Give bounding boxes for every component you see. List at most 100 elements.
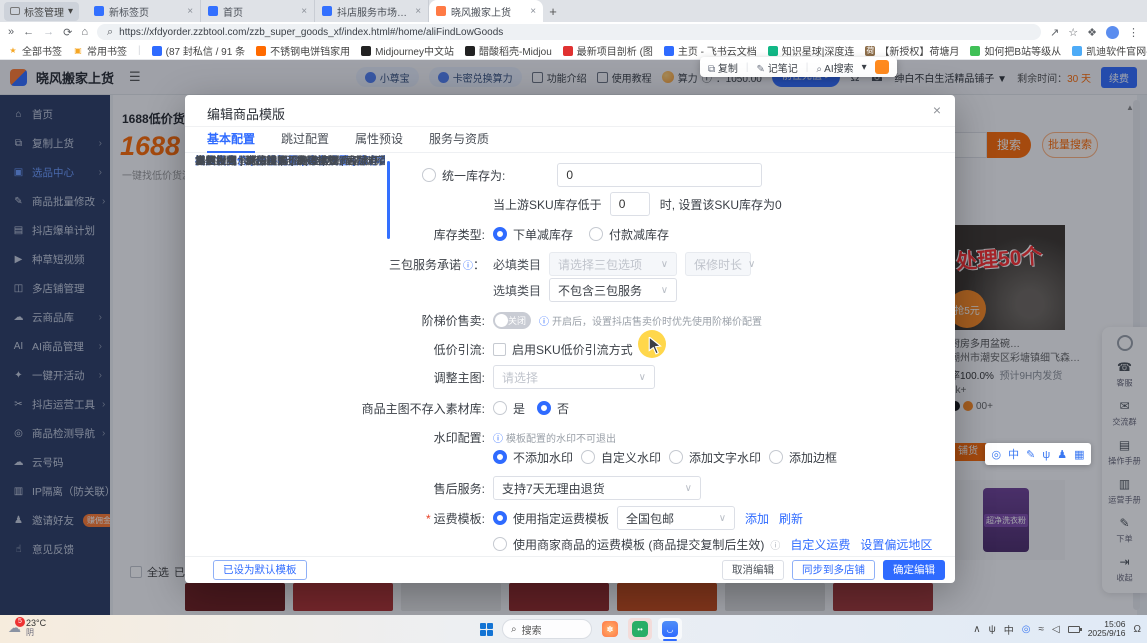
browser-tab[interactable]: 首页 × [201,0,315,22]
star-icon: ★ [8,46,18,56]
close-icon[interactable]: × [933,102,941,118]
bookmark-all[interactable]: ★ 全部书签 [8,43,62,58]
tab-close-icon[interactable]: × [301,6,307,17]
tray-expand-icon[interactable]: ∧ [973,624,980,635]
ime-indicator[interactable]: 中 [1004,622,1014,637]
bookmark-item[interactable]: 最新项目剖析 (图 [563,43,653,58]
text-selection-toolbar: ⧉ 复制 | ✎ 记笔记 | ⌕ AI搜索 ▾ [700,57,897,77]
note-button[interactable]: ✎ 记笔记 [757,60,798,75]
watermark-none-radio[interactable] [493,450,507,464]
app-tray-icon[interactable]: ◎ [1022,624,1031,635]
browser-tab[interactable]: 晓风搬家上货 × [429,0,543,22]
modal-tab[interactable]: 属性预设 [355,127,403,153]
reload-icon[interactable]: ⟳ [63,26,72,39]
battery-icon[interactable] [1068,626,1080,633]
stock-type-row: 库存类型: 下单减库存 付款减库存 [325,222,943,246]
browser-tab[interactable]: 抖店服务市场-应用中心 × [315,0,429,22]
home-icon[interactable]: ⌂ [81,26,88,38]
bookmark-item[interactable]: 主页 - 飞书云文档 [664,43,757,58]
modal-tab[interactable]: 跳过配置 [281,127,329,153]
clock[interactable]: 15:06 2025/9/16 [1088,620,1126,638]
main-image-no-radio[interactable] [537,401,551,415]
extensions-icon[interactable]: ❖ [1087,26,1097,39]
browser-tab[interactable]: 新标签页 × [87,0,201,22]
mic-icon[interactable]: ψ [989,624,996,635]
taskbar-app-wechat[interactable]: •• [628,618,652,640]
tab-close-icon[interactable]: × [530,6,536,17]
freight-add-link[interactable]: 添加 [745,510,769,527]
notification-bell-icon[interactable]: Ω [1134,624,1141,635]
input-tools-bar: ◎ 中 ✎ ψ ♟ ▦ [985,443,1091,465]
freight-merchant-radio[interactable] [493,537,507,551]
chevron-down-icon: ∨ [639,372,646,383]
menu-row[interactable]: 3:4主图 | 授权复制配置 | 自动清理素材库 [195,153,385,168]
copy-button[interactable]: ⧉ 复制 [708,60,738,75]
modal-tab[interactable]: 基本配置 [207,127,255,153]
url-input[interactable]: ⌕ https://xfdyorder.zzbtool.com/zzb_supe… [97,24,1041,40]
freight-template-select[interactable]: 全国包邮∨ [617,506,735,530]
tab-close-icon[interactable]: × [187,6,193,17]
default-template-button[interactable]: 已设为默认模板 [213,560,307,580]
bookmark-item[interactable]: 荷 【新授权】荷塘月 [865,43,959,58]
start-button[interactable] [480,623,493,636]
chevron-down-icon[interactable]: ▾ [862,62,867,73]
watermark-border-radio[interactable] [769,450,783,464]
taskbar-app-browser[interactable]: ◡ [658,618,682,640]
bookmark-favicon-icon [1072,46,1082,56]
taskbar-search[interactable]: ⌕ 搜索 [502,619,592,639]
cancel-button[interactable]: 取消编辑 [722,560,784,580]
translate-icon[interactable]: ◎ [992,447,1002,461]
three-pack-required-select[interactable]: 请选择三包选项∨ [549,252,677,276]
watermark-text-radio[interactable] [669,450,683,464]
contacts-icon[interactable]: ♟ [1057,447,1067,461]
back-icon[interactable]: ← [23,26,34,38]
freight-refresh-link[interactable]: 刷新 [779,510,803,527]
modal-tab[interactable]: 服务与资质 [429,127,489,153]
alert-badge: 5 [15,617,25,627]
bookmark-item[interactable]: 知识星球|深度连 [768,43,855,58]
ai-search-button[interactable]: ⌕ AI搜索 [816,60,853,75]
stock-type-order-radio[interactable] [493,227,507,241]
ime-chinese-icon[interactable]: 中 [1008,446,1019,462]
confirm-button[interactable]: 确定编辑 [883,560,945,580]
stock-type-payment-radio[interactable] [589,227,603,241]
share-icon[interactable]: ↗ [1050,26,1059,39]
browser-menu-icon[interactable]: ⋮ [1128,26,1139,39]
three-pack-optional-select[interactable]: 不包含三包服务∨ [549,278,677,302]
browser-profile-avatar[interactable] [1106,26,1119,39]
watermark-custom-radio[interactable] [581,450,595,464]
bookmark-star-icon[interactable]: ☆ [1068,26,1078,39]
custom-freight-link[interactable]: 自定义运费 [790,536,850,553]
after-sale-select[interactable]: 支持7天无理由退货∨ [493,476,701,500]
bookmark-item[interactable]: 醋酸稻壳-Midjou [465,43,552,58]
mic-icon[interactable]: ψ [1042,447,1050,461]
tab-group-chip[interactable]: 标签管理 ▾ [4,2,79,21]
new-tab-button[interactable]: + [543,4,563,19]
volume-icon[interactable]: ◁ [1052,624,1060,635]
taskbar-app-browser-assistant[interactable]: ✽ [598,618,622,640]
wifi-icon[interactable]: ≈ [1038,624,1044,635]
bookmark-item[interactable]: (87 封私信 / 91 条 [152,43,245,58]
bookmark-item[interactable]: 凯迪软件官网-商 [1072,43,1147,58]
bookmark-frequent[interactable]: ▣ 常用书签 [73,43,127,58]
main-image-yes-radio[interactable] [493,401,507,415]
unified-stock-radio[interactable] [422,168,436,182]
apps-grid-icon[interactable]: ▦ [1074,447,1084,461]
adjust-main-image-select[interactable]: 请选择∨ [493,365,655,389]
remote-area-link[interactable]: 设置偏远地区 [860,536,932,553]
weather-widget[interactable]: ☁5 23°C 阴 [8,618,46,638]
forward-icon[interactable]: → [43,26,54,38]
sync-stores-button[interactable]: 同步到多店铺 [792,560,875,580]
low-stock-input[interactable]: 0 [610,192,650,216]
bookmark-item[interactable]: 不锈钢电饼铛家用 [256,43,350,58]
unified-stock-input[interactable]: 0 [557,163,762,187]
overflow-icon[interactable]: » [8,26,14,38]
tiered-price-toggle[interactable]: 关闭 [493,312,531,329]
pen-icon[interactable]: ✎ [1026,447,1035,461]
bookmark-item[interactable]: Midjourney中文站 [361,43,454,58]
low-price-checkbox[interactable] [493,343,506,356]
bookmark-item[interactable]: 如何把B站等级从 [970,43,1061,58]
tab-close-icon[interactable]: × [415,6,421,17]
freight-specified-radio[interactable] [493,511,507,525]
warranty-duration-select[interactable]: 保修时长∨ [685,252,751,276]
